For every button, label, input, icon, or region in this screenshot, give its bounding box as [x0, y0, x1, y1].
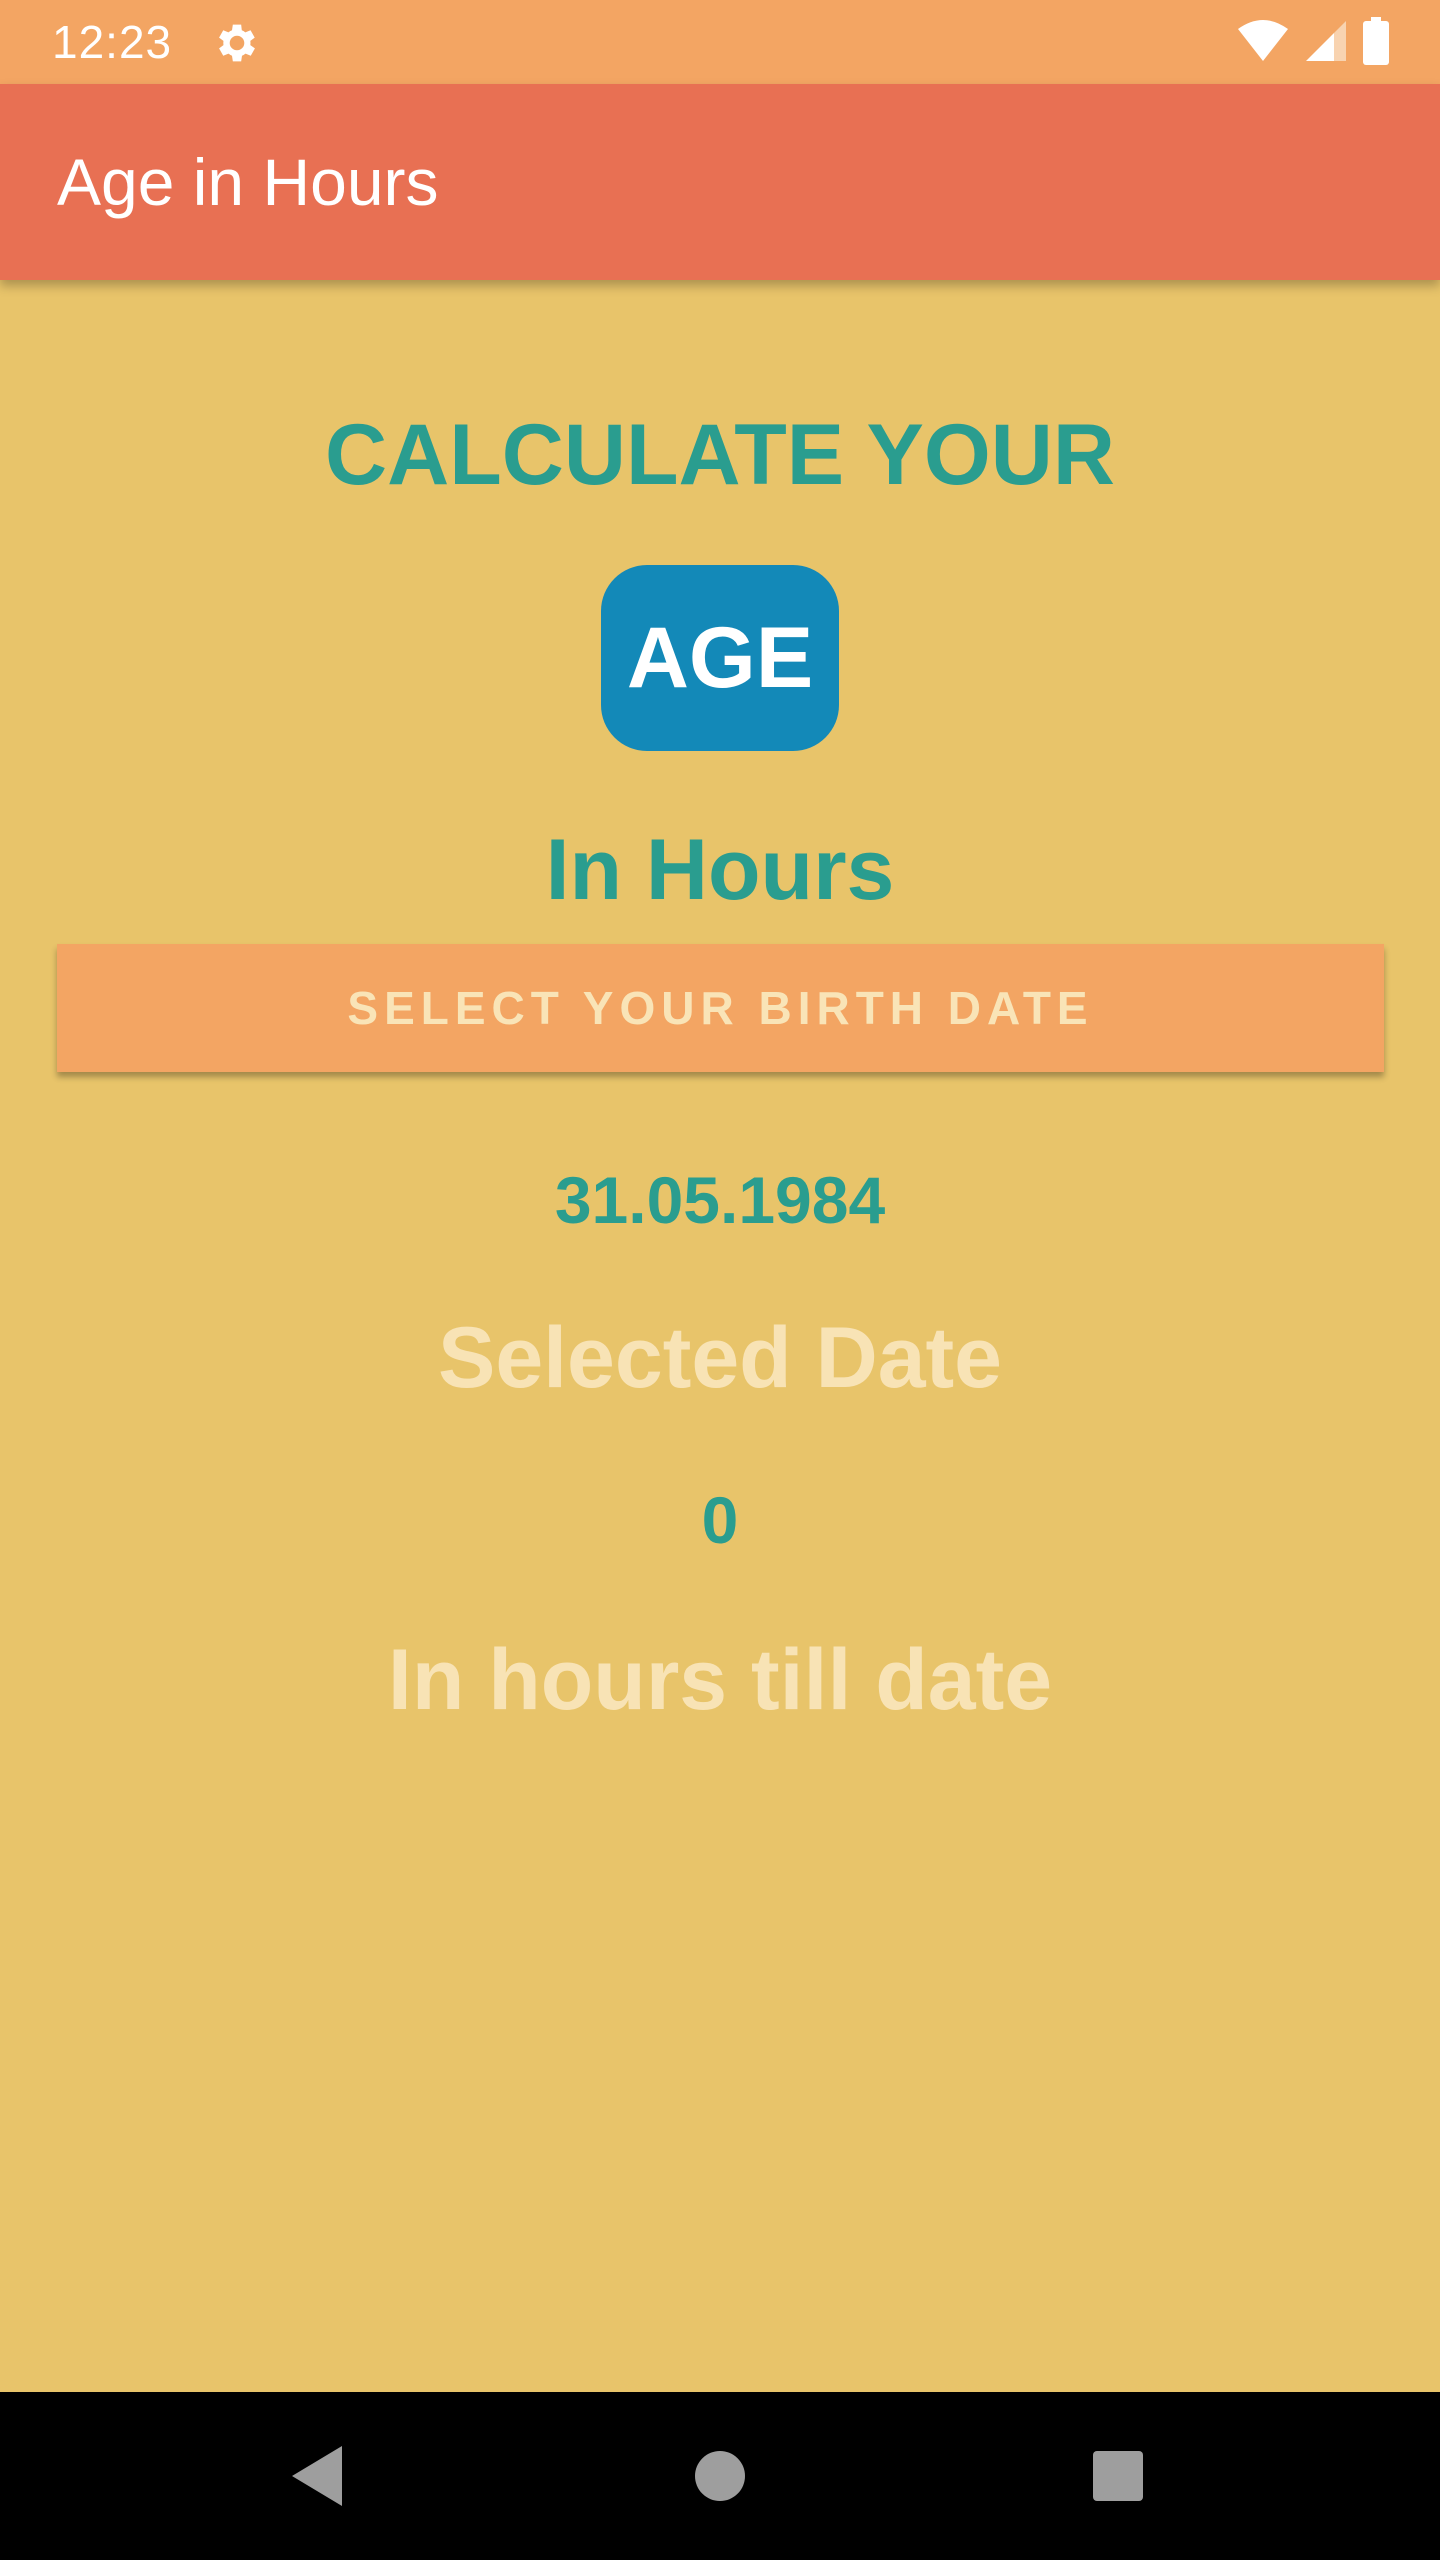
age-in-hours-label: In hours till date: [387, 1632, 1053, 1728]
main-content: CALCULATE YOUR AGE In Hours SELECT YOUR …: [0, 280, 1440, 2392]
wifi-icon: [1236, 19, 1290, 68]
signal-icon: [1304, 19, 1348, 68]
recents-icon[interactable]: [1068, 2426, 1168, 2526]
age-badge: AGE: [601, 565, 839, 751]
selected-date-label: Selected Date: [437, 1310, 1003, 1406]
age-in-hours-value: 0: [701, 1483, 739, 1557]
status-time: 12:23: [52, 16, 173, 68]
select-birth-date-label: SELECT YOUR BIRTH DATE: [347, 982, 1094, 1034]
status-bar: 12:23: [0, 0, 1440, 84]
app-title: Age in Hours: [57, 145, 439, 219]
select-birth-date-button[interactable]: SELECT YOUR BIRTH DATE: [57, 944, 1384, 1072]
battery-icon: [1362, 16, 1390, 70]
subheadline: In Hours: [545, 822, 895, 918]
headline: CALCULATE YOUR: [325, 407, 1115, 503]
back-icon[interactable]: [268, 2426, 368, 2526]
gear-icon: [212, 18, 262, 68]
navigation-bar: [0, 2392, 1440, 2560]
selected-date-value: 31.05.1984: [554, 1163, 886, 1237]
home-icon[interactable]: [670, 2426, 770, 2526]
app-bar: Age in Hours: [0, 84, 1440, 280]
